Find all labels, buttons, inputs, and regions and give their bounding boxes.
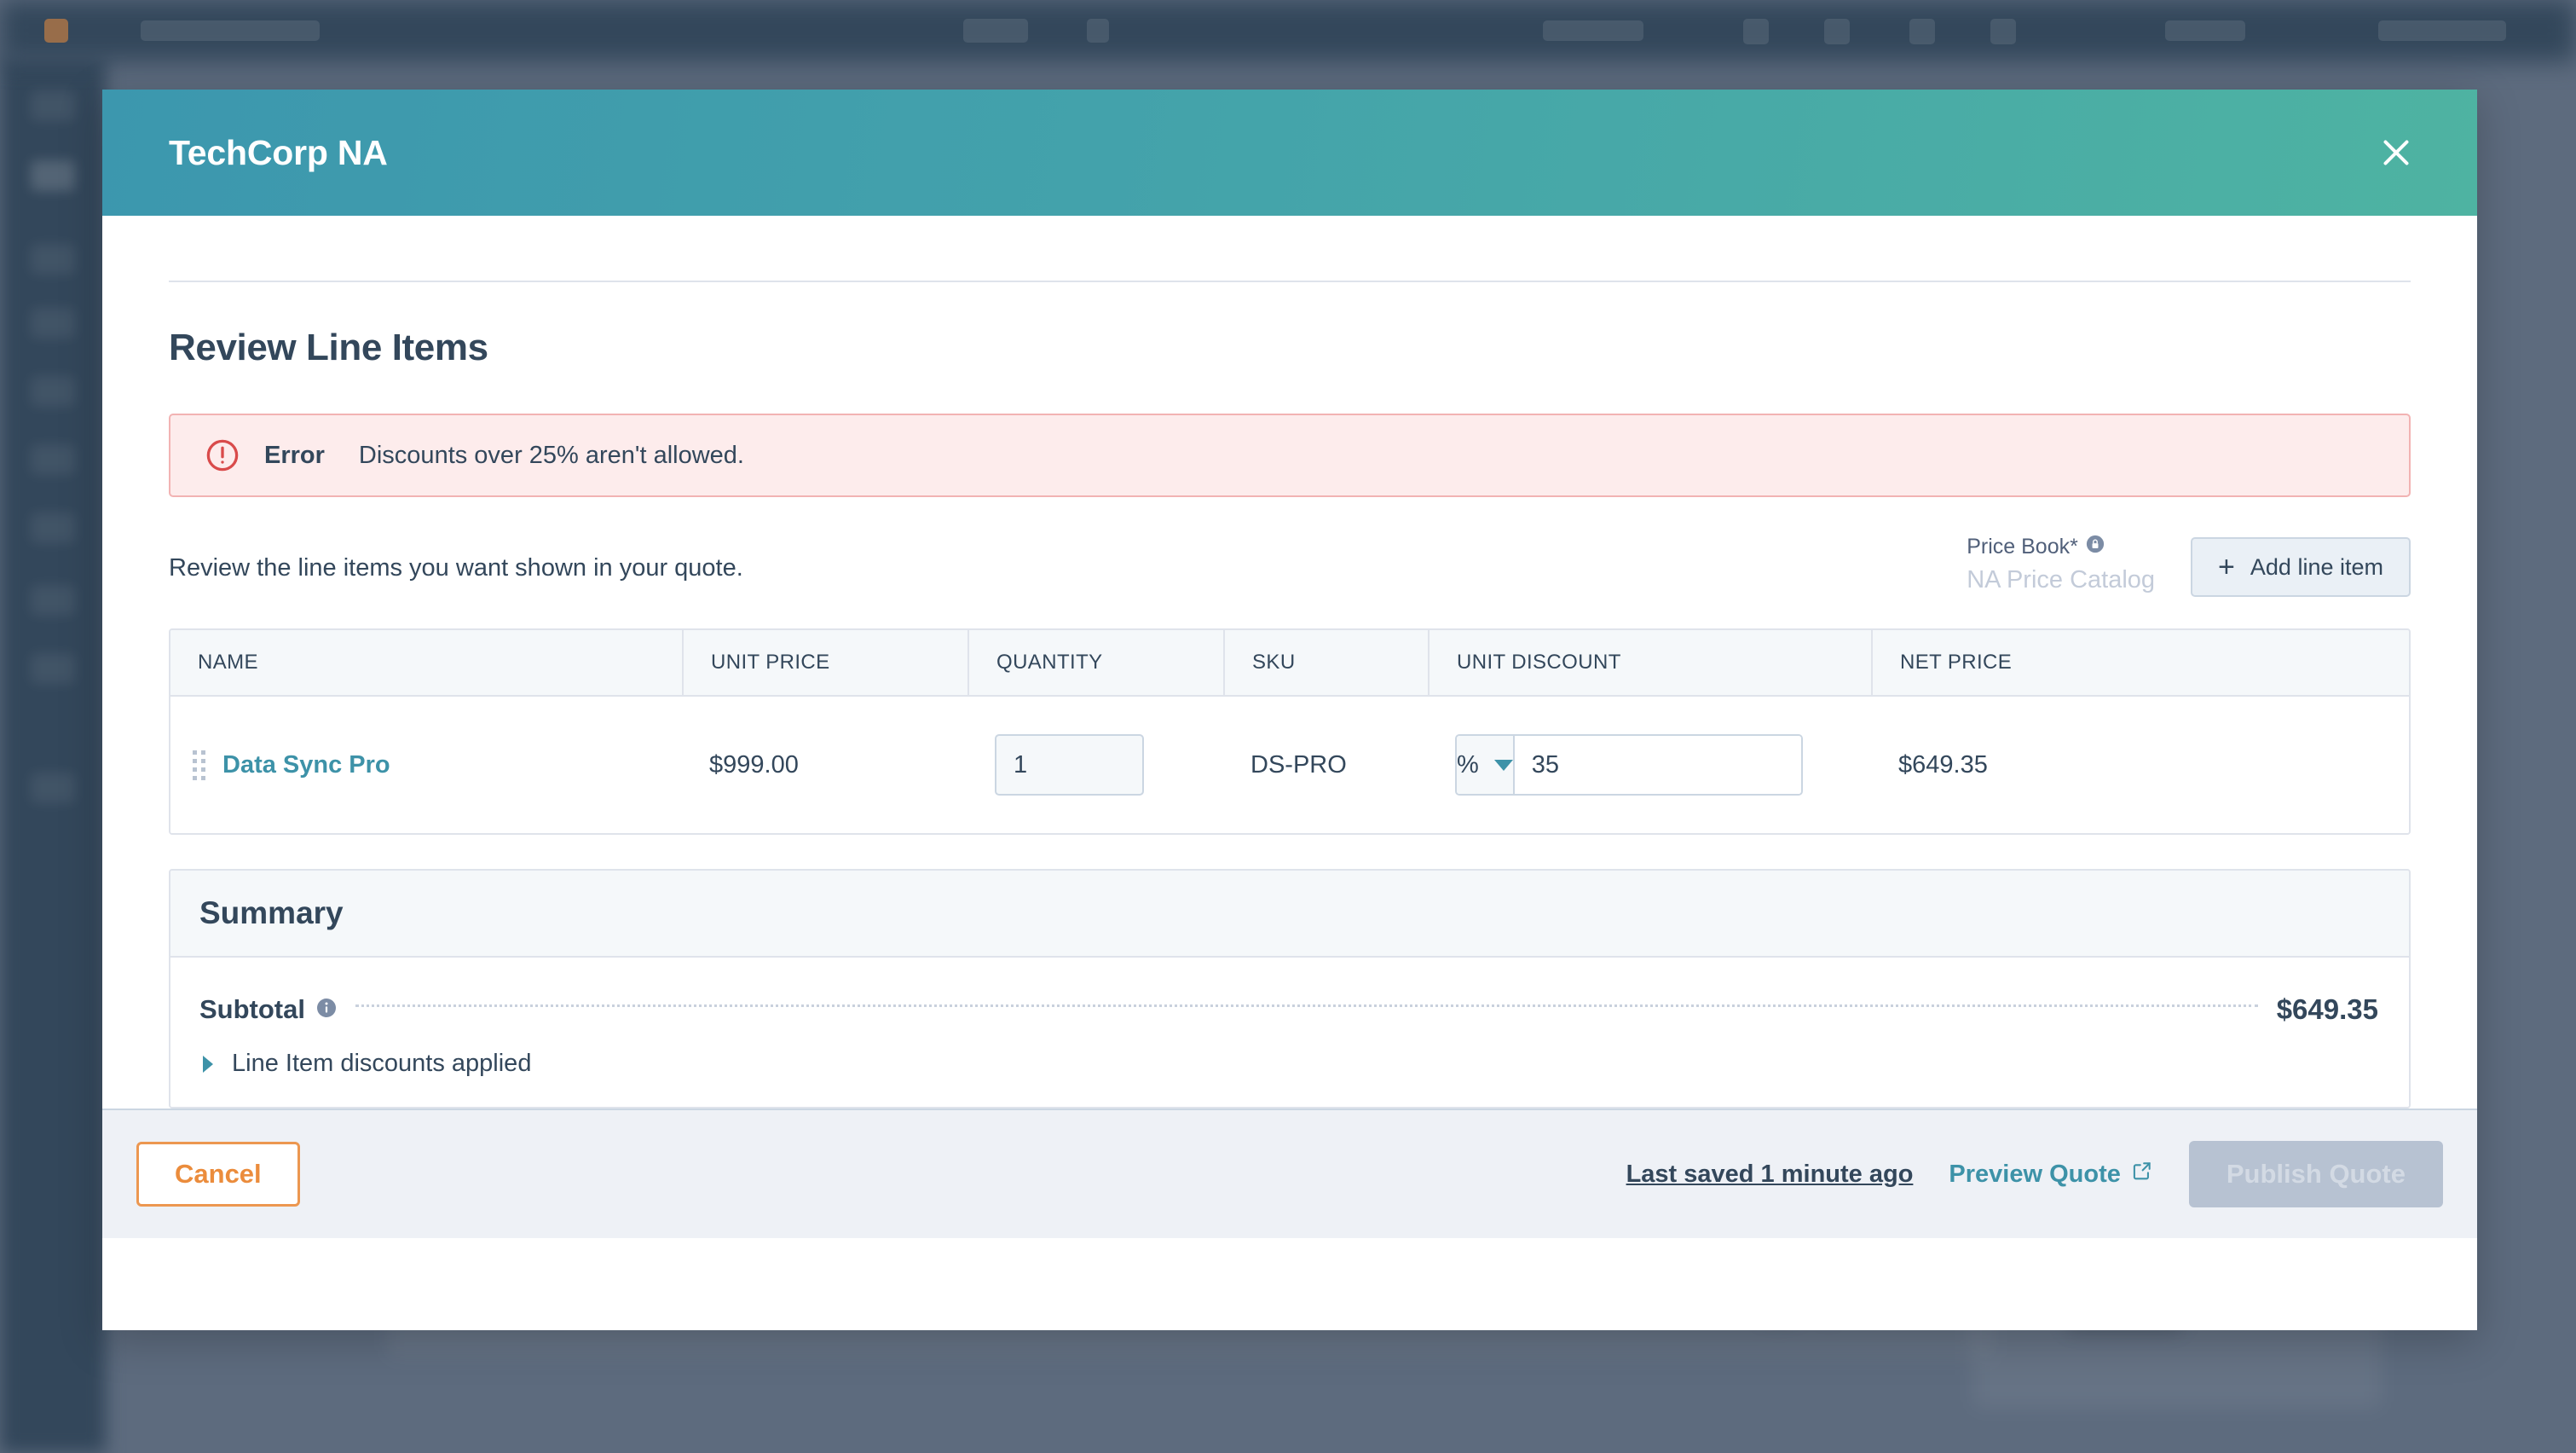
- info-icon[interactable]: [316, 994, 337, 1025]
- discount-value-input[interactable]: [1514, 736, 1801, 794]
- subhead-description: Review the line items you want shown in …: [169, 554, 743, 582]
- lock-icon: [2086, 533, 2105, 562]
- preview-quote-link[interactable]: Preview Quote: [1949, 1160, 2152, 1189]
- add-line-item-button[interactable]: + Add line item: [2191, 537, 2411, 598]
- unit-discount-group: %: [1455, 734, 1803, 796]
- discount-unit-value: %: [1457, 750, 1479, 779]
- cancel-button[interactable]: Cancel: [136, 1142, 300, 1207]
- quantity-input[interactable]: [995, 734, 1144, 796]
- add-line-item-label: Add line item: [2250, 553, 2383, 580]
- modal-title: TechCorp NA: [169, 132, 388, 172]
- modal-footer: Cancel Last saved 1 minute ago Preview Q…: [102, 1109, 2477, 1238]
- price-book-value: NA Price Catalog: [1967, 565, 2156, 593]
- chevron-right-icon: [203, 1055, 213, 1073]
- line-items-table: NAME UNIT PRICE QUANTITY SKU UNIT DISCOU…: [169, 628, 2411, 835]
- chevron-down-icon: [1493, 759, 1513, 771]
- error-alert: Error Discounts over 25% aren't allowed.: [169, 414, 2411, 497]
- page-title: Review Line Items: [169, 327, 488, 368]
- summary-content: Subtotal $649.35 Line Item discounts app…: [170, 958, 2409, 1107]
- subhead-row: Review the line items you want shown in …: [169, 535, 2411, 601]
- alert-message: Discounts over 25% aren't allowed.: [358, 441, 744, 469]
- summary-header: Summary: [170, 871, 2409, 958]
- table-row: Data Sync Pro $999.00 DS-PRO %: [170, 697, 2409, 833]
- drag-handle-icon[interactable]: [193, 750, 205, 780]
- subtotal-label: Subtotal: [199, 994, 305, 1024]
- error-circle-icon: [205, 437, 240, 473]
- external-link-icon: [2131, 1160, 2153, 1189]
- subtotal-row: Subtotal $649.35: [199, 993, 2378, 1026]
- cell-name: Data Sync Pro: [170, 697, 682, 833]
- discount-unit-select[interactable]: %: [1457, 736, 1515, 794]
- column-header-quantity: QUANTITY: [967, 630, 1223, 695]
- subtotal-value: $649.35: [2276, 993, 2378, 1025]
- header-divider: [169, 281, 2411, 282]
- column-header-name: NAME: [198, 651, 258, 674]
- leader-line: [355, 1004, 2258, 1007]
- modal-header: TechCorp NA: [102, 90, 2477, 216]
- line-item-discounts-toggle[interactable]: Line Item discounts applied: [199, 1050, 2378, 1078]
- close-icon[interactable]: [2370, 126, 2423, 179]
- column-header-unit-discount: UNIT DISCOUNT: [1428, 630, 1871, 695]
- cell-unit-price: $999.00: [709, 750, 799, 779]
- column-header-unit-price: UNIT PRICE: [682, 630, 967, 695]
- cell-unit-discount: %: [1428, 697, 1871, 833]
- column-header-net-price: NET PRICE: [1871, 630, 2370, 695]
- preview-quote-label: Preview Quote: [1949, 1160, 2121, 1188]
- cell-sku: DS-PRO: [1250, 750, 1347, 779]
- publish-quote-button[interactable]: Publish Quote: [2188, 1141, 2443, 1207]
- plus-icon: +: [2218, 550, 2235, 583]
- cell-net-price: $649.35: [1898, 750, 1988, 779]
- cell-quantity: [967, 697, 1223, 833]
- line-item-discounts-label: Line Item discounts applied: [232, 1050, 532, 1077]
- alert-severity: Error: [264, 441, 325, 469]
- modal-body: Review Line Items Error Discounts over 2…: [102, 281, 2477, 1109]
- table-header-row: NAME UNIT PRICE QUANTITY SKU UNIT DISCOU…: [170, 630, 2409, 697]
- price-book-field: Price Book* NA Price Catalog: [1967, 533, 2155, 601]
- price-book-label: Price Book*: [1967, 535, 2078, 559]
- line-item-name-link[interactable]: Data Sync Pro: [222, 751, 390, 779]
- summary-section: Summary Subtotal $649.35 Line Item disco…: [169, 869, 2411, 1109]
- last-saved-status[interactable]: Last saved 1 minute ago: [1626, 1161, 1914, 1189]
- review-line-items-modal: TechCorp NA Review Line Items Error Disc…: [102, 90, 2477, 1330]
- column-header-sku: SKU: [1223, 630, 1428, 695]
- summary-title: Summary: [199, 895, 344, 930]
